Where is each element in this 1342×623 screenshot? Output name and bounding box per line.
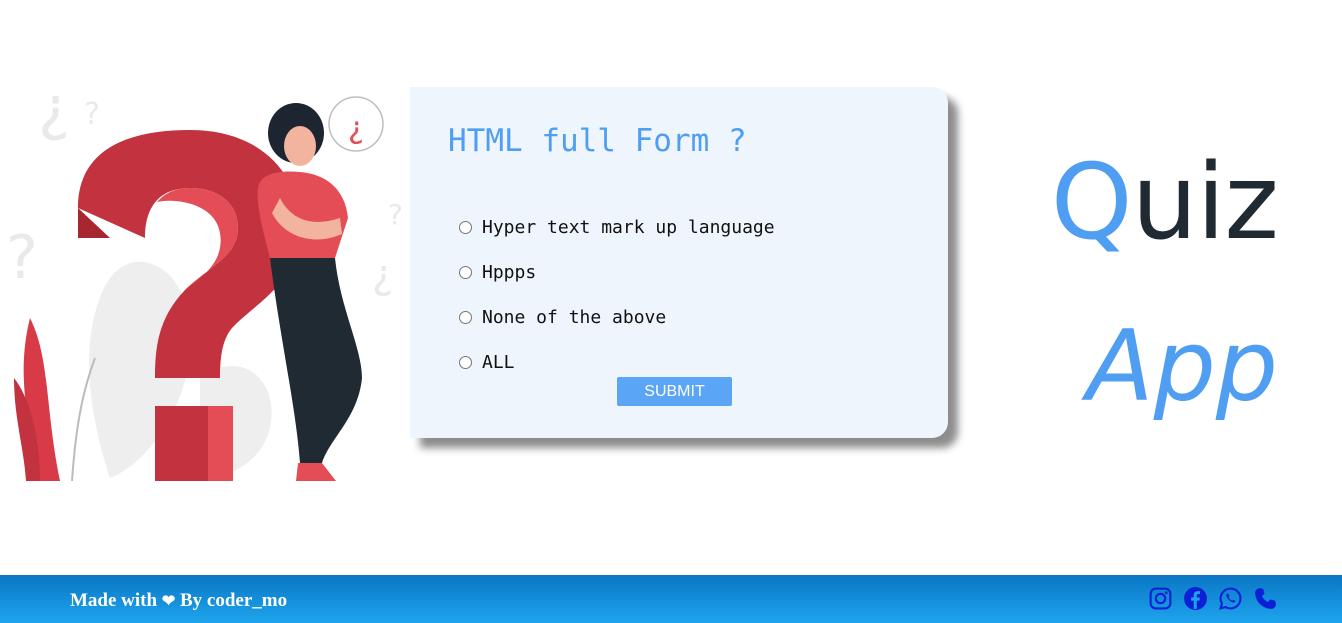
svg-text:?: ? bbox=[38, 81, 70, 151]
svg-text:¿: ¿ bbox=[348, 111, 364, 146]
footer: Made with ❤ By coder_mo bbox=[0, 575, 1342, 623]
answer-radio[interactable] bbox=[459, 221, 472, 234]
quiz-card: HTML full Form ? Hyper text mark up lang… bbox=[410, 87, 948, 438]
answer-label[interactable]: Hyper text mark up language bbox=[482, 217, 775, 238]
thinking-person-illustration: ? ? ? ? ¿ ¿ bbox=[0, 78, 410, 481]
answer-option[interactable]: Hppps bbox=[459, 250, 775, 295]
heart-icon: ❤ bbox=[161, 593, 176, 610]
title-rest: uiz bbox=[1131, 141, 1279, 263]
social-links bbox=[1148, 586, 1278, 611]
submit-button[interactable]: SUBMIT bbox=[617, 377, 732, 406]
title-first-letter: Q bbox=[1050, 141, 1133, 263]
answer-label[interactable]: None of the above bbox=[482, 307, 666, 328]
svg-text:?: ? bbox=[6, 223, 38, 293]
page: ? ? ? ? ¿ ¿ HTML full Form ? Hyper text … bbox=[0, 0, 1342, 623]
whatsapp-icon[interactable] bbox=[1218, 586, 1243, 611]
svg-text:?: ? bbox=[84, 97, 100, 132]
question-mark-illustration: ? ? ? ? ¿ ¿ bbox=[6, 81, 403, 481]
answer-label[interactable]: Hppps bbox=[482, 262, 536, 283]
answer-radio[interactable] bbox=[459, 311, 472, 324]
question-text: HTML full Form ? bbox=[448, 123, 747, 159]
title-app: App bbox=[1086, 310, 1278, 424]
app-title: Quiz App bbox=[1051, 150, 1279, 424]
made-with-text: Made with bbox=[70, 590, 158, 611]
phone-icon[interactable] bbox=[1253, 586, 1278, 611]
answer-option[interactable]: Hyper text mark up language bbox=[459, 205, 775, 250]
facebook-icon[interactable] bbox=[1183, 586, 1208, 611]
footer-credit: Made with ❤ By coder_mo bbox=[70, 590, 287, 612]
svg-text:?: ? bbox=[388, 198, 403, 231]
answer-radio[interactable] bbox=[459, 266, 472, 279]
answer-label[interactable]: ALL bbox=[482, 352, 515, 373]
title-quiz: Quiz bbox=[1051, 150, 1279, 254]
instagram-icon[interactable] bbox=[1148, 586, 1173, 611]
answer-option[interactable]: None of the above bbox=[459, 295, 775, 340]
answer-options: Hyper text mark up language Hppps None o… bbox=[459, 205, 775, 385]
author-text: By coder_mo bbox=[179, 590, 288, 611]
svg-text:¿: ¿ bbox=[372, 252, 393, 298]
answer-radio[interactable] bbox=[459, 356, 472, 369]
